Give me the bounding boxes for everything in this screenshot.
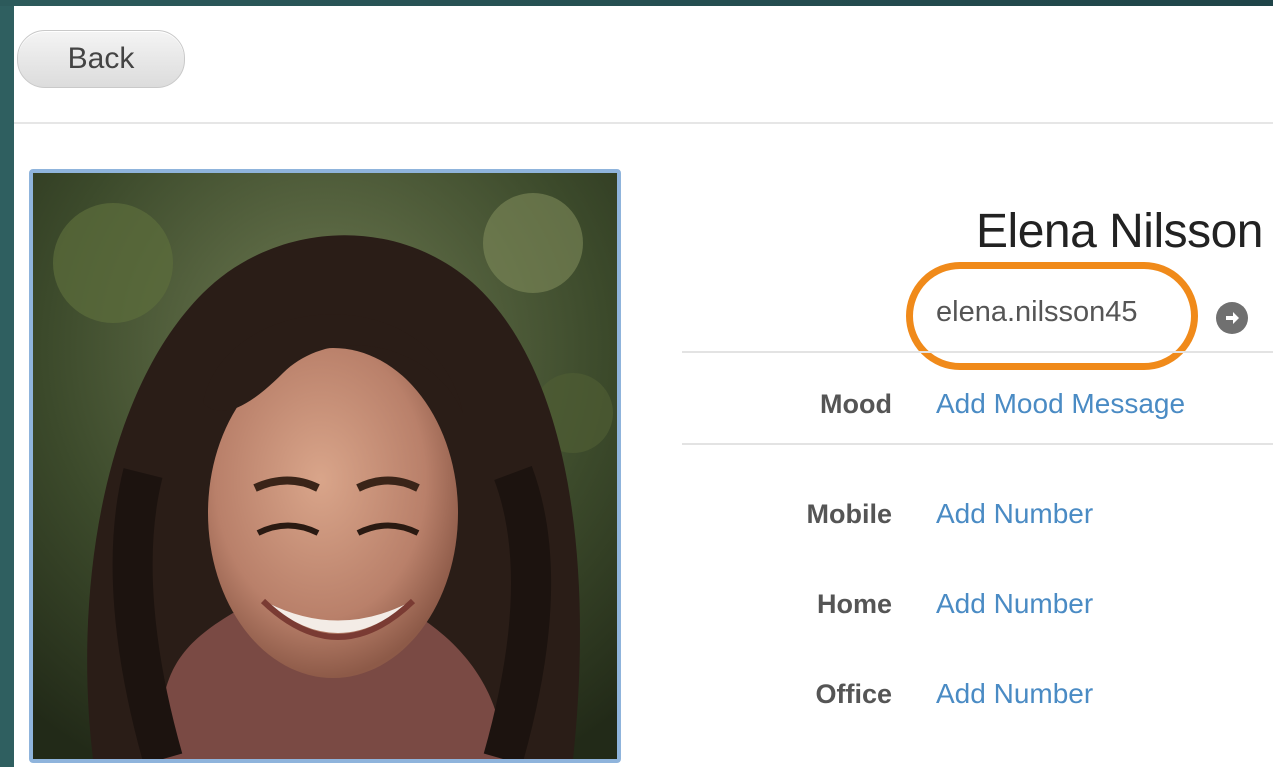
add-mood-message-link[interactable]: Add Mood Message — [936, 388, 1185, 420]
home-label: Home — [816, 589, 892, 619]
add-mobile-number-link[interactable]: Add Number — [936, 498, 1093, 530]
contact-card: Back Elena Nilsson elena.nilsson45 Mood … — [14, 6, 1273, 767]
divider-mood — [682, 443, 1273, 445]
avatar — [29, 169, 621, 763]
divider-top — [682, 351, 1273, 353]
contact-name: Elena Nilsson — [976, 205, 1263, 258]
arrow-right-circle-icon[interactable] — [1216, 302, 1248, 334]
back-button[interactable]: Back — [17, 30, 185, 88]
add-office-number-link[interactable]: Add Number — [936, 678, 1093, 710]
header-divider — [14, 122, 1273, 124]
office-label: Office — [815, 679, 892, 709]
add-home-number-link[interactable]: Add Number — [936, 588, 1093, 620]
mood-label: Mood — [820, 389, 892, 419]
mobile-label: Mobile — [806, 499, 893, 529]
arrow-right-glyph — [1226, 312, 1239, 324]
username-highlight-annotation — [906, 262, 1198, 370]
avatar-photo — [33, 173, 617, 759]
